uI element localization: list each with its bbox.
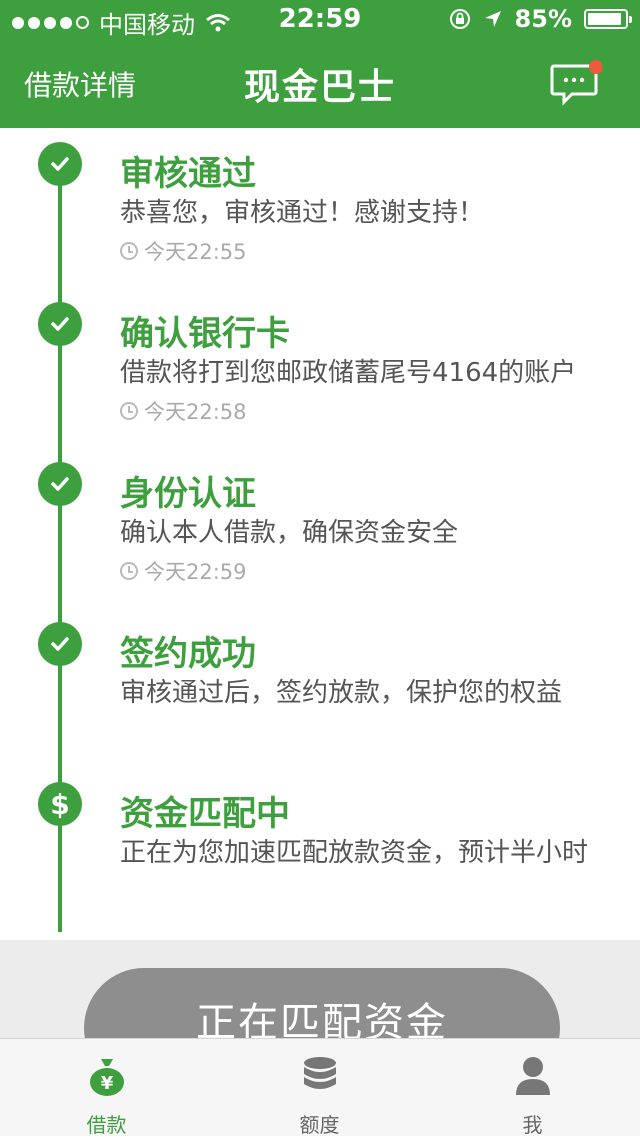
svg-text:¥: ¥: [100, 1073, 113, 1094]
step-desc: 借款将打到您邮政储蓄尾号4164的账户: [120, 358, 577, 388]
step-title: 身份认证: [120, 474, 256, 514]
step-title: 签约成功: [120, 634, 256, 674]
tab-me[interactable]: 我: [426, 1039, 639, 1137]
battery-icon: [584, 9, 632, 29]
progress-timeline: 审核通过 恭喜您，审核通过！感谢支持！ 今天22:55 确认银行卡 借款将打到您…: [0, 128, 640, 940]
check-icon: [38, 302, 82, 346]
money-bag-icon: ¥: [89, 1059, 124, 1096]
location-arrow-icon: [484, 11, 501, 27]
step-title: 审核通过: [120, 154, 256, 194]
tab-bar: ¥ 借款 额度 我: [0, 1038, 640, 1137]
step-time-text: 今天22:59: [144, 560, 247, 584]
coin-stack-icon: [303, 1057, 336, 1089]
tab-label: 额度: [299, 1113, 340, 1137]
step-time-text: 今天22:58: [144, 400, 247, 424]
dollar-icon: $: [38, 782, 82, 826]
notification-dot: [589, 60, 603, 74]
tab-label: 我: [522, 1113, 543, 1137]
step-title: 确认银行卡: [120, 314, 290, 354]
step-time: 今天22:59: [120, 556, 247, 586]
step-time-text: 今天22:55: [144, 240, 247, 264]
tab-quota[interactable]: 额度: [213, 1039, 426, 1137]
status-bar: 中国移动 22:59 85%: [0, 0, 640, 40]
top-bar: 中国移动 22:59 85% 借款详情 现金巴士: [0, 0, 640, 128]
tab-label: 借款: [86, 1113, 127, 1137]
check-icon: [38, 142, 82, 186]
step-title: 资金匹配中: [120, 794, 290, 834]
person-icon: [515, 1057, 550, 1095]
status-right: 85%: [449, 5, 632, 33]
tab-loan[interactable]: ¥ 借款: [0, 1039, 213, 1137]
step-desc: 恭喜您，审核通过！感谢支持！: [120, 198, 485, 228]
clock-icon: [120, 562, 138, 580]
message-button[interactable]: [550, 60, 603, 108]
check-icon: [38, 622, 82, 666]
nav-title: 现金巴士: [243, 67, 396, 108]
clock-icon: [120, 402, 138, 420]
step-desc: 正在为您加速匹配放款资金，预计半小时: [120, 838, 589, 868]
check-icon: [38, 462, 82, 506]
battery-percent: 85%: [514, 5, 572, 33]
step-time: 今天22:55: [120, 236, 247, 266]
step-desc: 审核通过后，签约放款，保护您的权益: [120, 678, 563, 708]
chat-bubble-icon: [550, 60, 603, 106]
step-desc: 确认本人借款，确保资金安全: [120, 518, 459, 548]
step-time: 今天22:58: [120, 396, 247, 426]
clock-icon: [120, 242, 138, 260]
rotation-lock-icon: [449, 9, 470, 29]
